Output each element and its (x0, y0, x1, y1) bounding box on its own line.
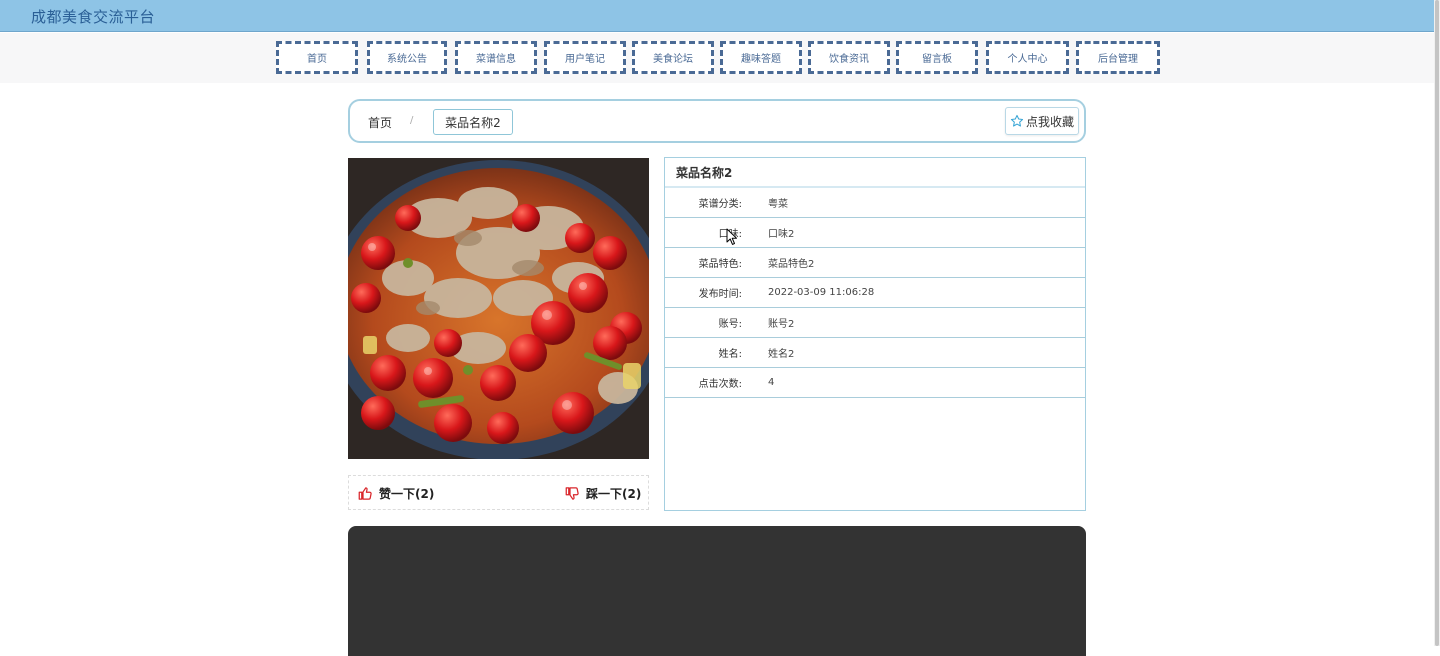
dish-photo (348, 158, 649, 459)
dish-title: 菜品名称2 (665, 158, 1085, 188)
dislike-button[interactable]: 踩一下(2) (565, 485, 641, 502)
detail-value: 姓名2 (768, 349, 795, 360)
top-header: 成都美食交流平台 (0, 0, 1434, 32)
detail-label: 点击次数: (698, 379, 742, 390)
breadcrumb-current: 菜品名称2 (433, 109, 513, 135)
favorite-button[interactable]: 点我收藏 (1005, 107, 1079, 135)
detail-label: 账号: (718, 319, 742, 330)
mouse-cursor-icon (726, 228, 737, 245)
nav-item-admin[interactable]: 后台管理 (1076, 41, 1160, 74)
detail-value: 账号2 (768, 319, 795, 330)
detail-label: 菜品特色: (698, 259, 742, 270)
dislike-count-label: 踩一下(2) (586, 487, 642, 501)
detail-row-name: 姓名: 姓名2 (665, 338, 1085, 368)
detail-row-click-count: 点击次数: 4 (665, 368, 1085, 398)
detail-row-publish-time: 发布时间: 2022-03-09 11:06:28 (665, 278, 1085, 308)
main-nav: 首页 系统公告 菜谱信息 用户笔记 美食论坛 趣味答题 饮食资讯 留言板 个人中… (0, 33, 1434, 83)
detail-value: 粤菜 (768, 199, 788, 210)
detail-value: 口味2 (768, 229, 795, 240)
nav-item-personal-center[interactable]: 个人中心 (986, 41, 1069, 74)
breadcrumb-home-link[interactable]: 首页 (368, 114, 392, 131)
detail-row-account: 账号: 账号2 (665, 308, 1085, 338)
breadcrumb: 首页 / 菜品名称2 点我收藏 (348, 99, 1086, 143)
detail-label: 菜谱分类: (698, 199, 742, 210)
nav-item-quiz[interactable]: 趣味答题 (720, 41, 802, 74)
detail-row-feature: 菜品特色: 菜品特色2 (665, 248, 1085, 278)
thumbs-up-icon (358, 487, 372, 500)
thumbs-down-icon (565, 487, 579, 500)
nav-item-recipes[interactable]: 菜谱信息 (455, 41, 537, 74)
vertical-scrollbar[interactable] (1434, 0, 1440, 646)
nav-item-diet-news[interactable]: 饮食资讯 (808, 41, 890, 74)
detail-value: 4 (768, 377, 775, 388)
scrollbar-thumb[interactable] (1435, 0, 1439, 646)
nav-item-user-notes[interactable]: 用户笔记 (544, 41, 626, 74)
nav-item-message-board[interactable]: 留言板 (896, 41, 978, 74)
detail-row-category: 菜谱分类: 粤菜 (665, 188, 1085, 218)
star-outline-icon (1010, 114, 1024, 127)
vote-bar: 赞一下(2) 踩一下(2) (348, 475, 649, 510)
site-title: 成都美食交流平台 (31, 8, 156, 26)
content-section-dark (348, 526, 1086, 656)
like-count-label: 赞一下(2) (379, 487, 435, 501)
nav-item-food-forum[interactable]: 美食论坛 (632, 41, 714, 74)
favorite-button-label: 点我收藏 (1025, 114, 1074, 129)
detail-value: 2022-03-09 11:06:28 (768, 287, 875, 298)
detail-value: 菜品特色2 (768, 259, 815, 270)
breadcrumb-separator: / (410, 115, 414, 126)
detail-label: 姓名: (718, 349, 742, 360)
nav-item-home[interactable]: 首页 (276, 41, 358, 74)
nav-item-announcements[interactable]: 系统公告 (367, 41, 447, 74)
like-button[interactable]: 赞一下(2) (358, 485, 434, 502)
dish-detail-panel: 菜品名称2 菜谱分类: 粤菜 口味: 口味2 菜品特色: 菜品特色2 发布时间:… (664, 157, 1086, 511)
detail-label: 发布时间: (698, 289, 742, 300)
